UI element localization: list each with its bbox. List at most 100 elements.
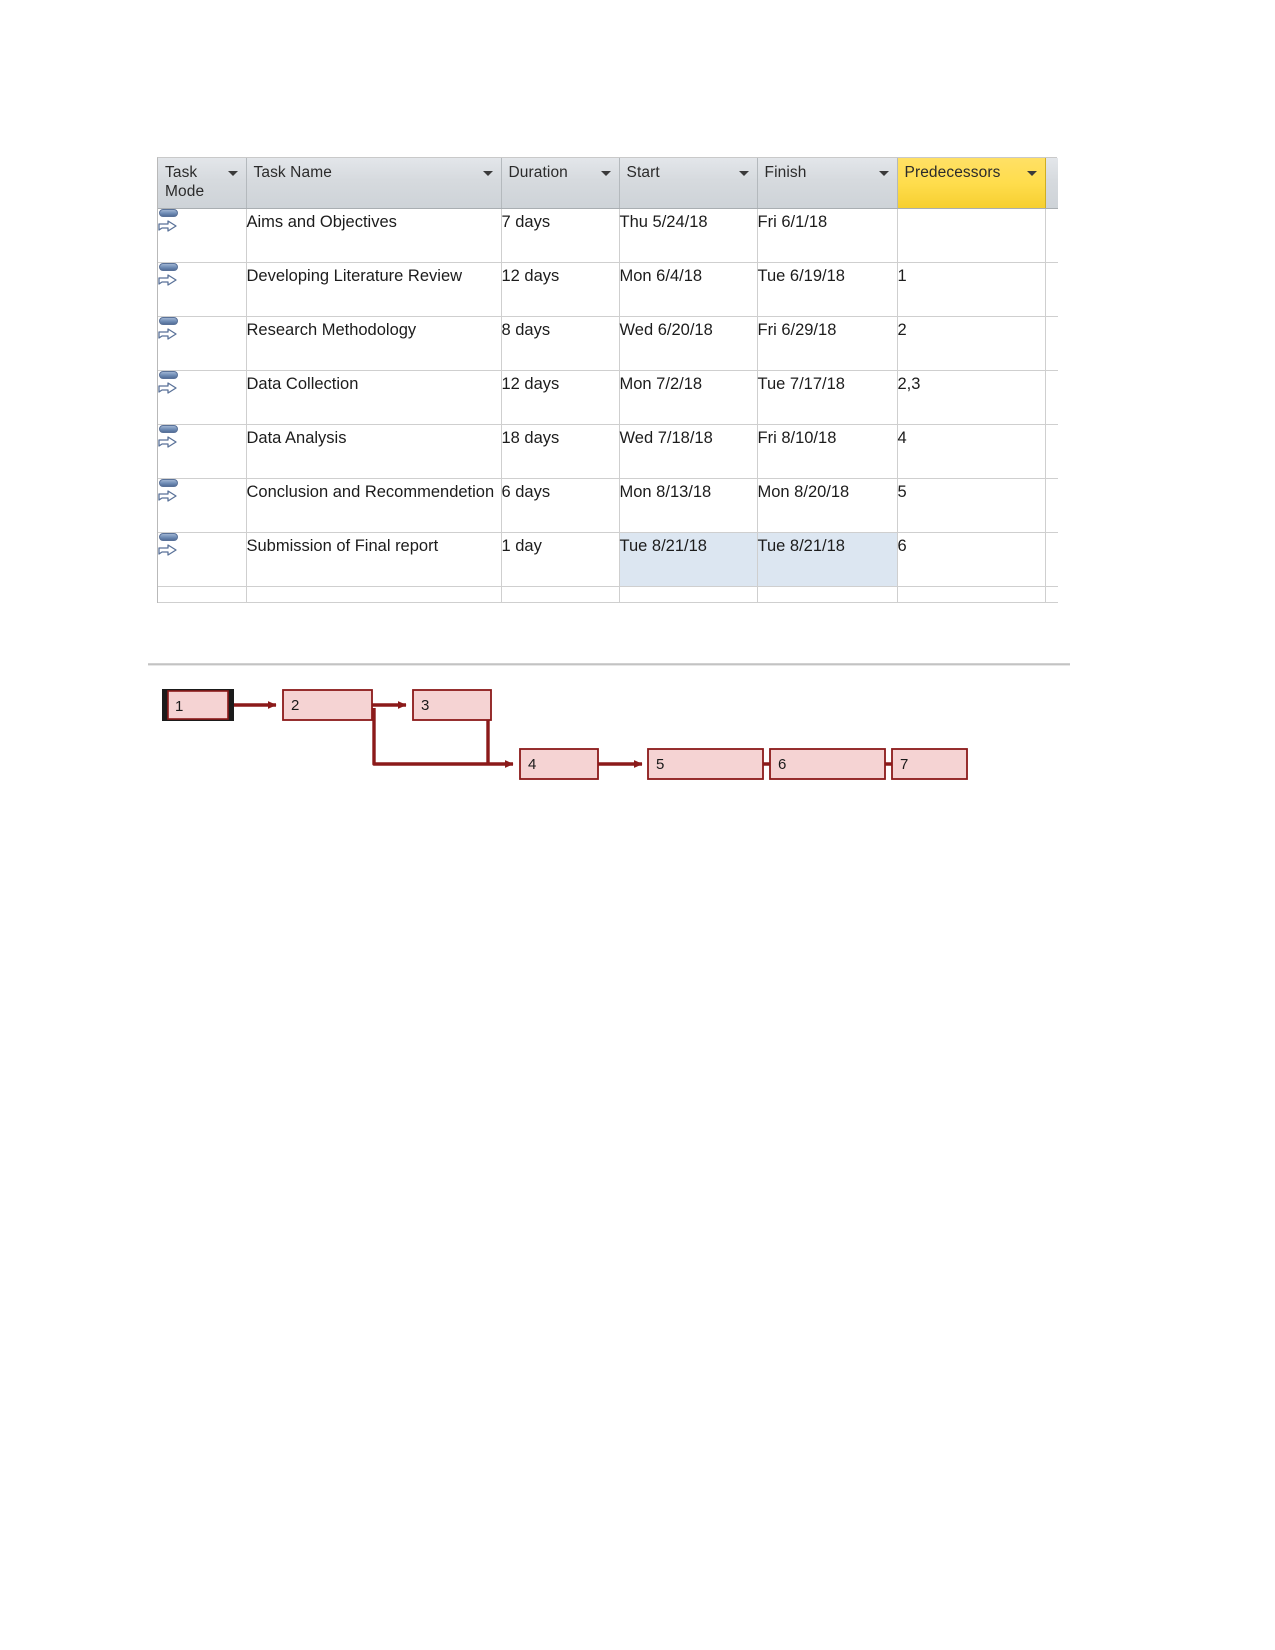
page-root: Task Mode Task Name Duration Start Finis…	[0, 0, 1275, 1650]
cell-predecessors[interactable]	[897, 208, 1046, 263]
cell-start[interactable]: Mon 8/13/18	[619, 478, 758, 533]
table-row[interactable]: Data Collection 12 days Mon 7/2/18 Tue 7…	[158, 370, 1058, 425]
cell-task-name[interactable]: Data Collection	[246, 370, 502, 425]
cell-finish[interactable]: Fri 6/29/18	[757, 316, 898, 371]
cell-task-mode[interactable]	[158, 424, 247, 479]
table-row[interactable]: Research Methodology 8 days Wed 6/20/18 …	[158, 316, 1058, 371]
table-row-empty[interactable]	[158, 586, 1058, 603]
cell-task-name[interactable]: Research Methodology	[246, 316, 502, 371]
cell-next-partial	[1045, 262, 1058, 317]
diagram-node-5[interactable]: 5	[647, 748, 764, 780]
cell-task-name[interactable]: Developing Literature Review	[246, 262, 502, 317]
cell-start[interactable]: Mon 7/2/18	[619, 370, 758, 425]
manually-scheduled-task-icon	[158, 262, 180, 289]
cell-finish[interactable]: Mon 8/20/18	[757, 478, 898, 533]
cell-start[interactable]: Thu 5/24/18	[619, 208, 758, 263]
cell-task-mode[interactable]	[158, 586, 247, 603]
cell-task-name[interactable]: Conclusion and Recommendetion	[246, 478, 502, 533]
diagram-node-7[interactable]: 7	[891, 748, 968, 780]
cell-task-mode[interactable]	[158, 316, 247, 371]
cell-duration[interactable]: 18 days	[501, 424, 620, 479]
cell-duration[interactable]: 6 days	[501, 478, 620, 533]
column-header-duration[interactable]: Duration	[501, 158, 620, 209]
cell-task-mode[interactable]	[158, 532, 247, 587]
table-row[interactable]: Submission of Final report 1 day Tue 8/2…	[158, 532, 1058, 587]
cell-task-name[interactable]: Aims and Objectives	[246, 208, 502, 263]
cell-duration[interactable]: 12 days	[501, 370, 620, 425]
column-header-task-name[interactable]: Task Name	[246, 158, 502, 209]
diagram-node-2[interactable]: 2	[282, 689, 373, 721]
diagram-node-1-label: 1	[175, 698, 183, 715]
diagram-node-4[interactable]: 4	[519, 748, 599, 780]
cell-task-name[interactable]: Data Analysis	[246, 424, 502, 479]
cell-task-name[interactable]: Submission of Final report	[246, 532, 502, 587]
column-header-finish[interactable]: Finish	[757, 158, 898, 209]
cell-next-partial	[1045, 316, 1058, 371]
table-row[interactable]: Data Analysis 18 days Wed 7/18/18 Fri 8/…	[158, 424, 1058, 479]
cell-finish[interactable]: Tue 8/21/18	[757, 532, 898, 587]
cell-finish[interactable]: Tue 6/19/18	[757, 262, 898, 317]
cell-next-partial	[1045, 478, 1058, 533]
cell-duration[interactable]: 8 days	[501, 316, 620, 371]
cell-task-name[interactable]	[246, 586, 502, 603]
cell-duration[interactable]	[501, 586, 620, 603]
cell-duration[interactable]: 7 days	[501, 208, 620, 263]
filter-dropdown-arrow-icon[interactable]	[1026, 171, 1037, 176]
cell-predecessors[interactable]: 6	[897, 532, 1046, 587]
cell-start[interactable]: Tue 8/21/18	[619, 532, 758, 587]
cell-start[interactable]	[619, 586, 758, 603]
filter-dropdown-arrow-icon[interactable]	[738, 171, 749, 176]
table-row[interactable]: Conclusion and Recommendetion 6 days Mon…	[158, 478, 1058, 533]
cell-duration[interactable]: 1 day	[501, 532, 620, 587]
diagram-node-6[interactable]: 6	[769, 748, 886, 780]
filter-dropdown-arrow-icon[interactable]	[227, 171, 238, 176]
cell-task-mode[interactable]	[158, 478, 247, 533]
column-header-task-mode-label: Task Mode	[165, 164, 205, 200]
manually-scheduled-task-icon	[158, 532, 180, 559]
manually-scheduled-task-icon	[158, 208, 180, 235]
section-divider	[148, 663, 1070, 666]
cell-task-mode[interactable]	[158, 370, 247, 425]
column-header-task-mode[interactable]: Task Mode	[158, 158, 247, 209]
cell-duration[interactable]: 12 days	[501, 262, 620, 317]
cell-predecessors[interactable]: 1	[897, 262, 1046, 317]
cell-start[interactable]: Wed 6/20/18	[619, 316, 758, 371]
table-row[interactable]: Developing Literature Review 12 days Mon…	[158, 262, 1058, 317]
column-header-predecessors[interactable]: Predecessors	[897, 158, 1046, 209]
column-header-duration-label: Duration	[508, 164, 568, 181]
manually-scheduled-task-icon	[158, 478, 180, 505]
task-table: Task Mode Task Name Duration Start Finis…	[158, 158, 1058, 603]
cell-next-partial	[1045, 532, 1058, 587]
cell-next-partial	[1045, 208, 1058, 263]
diagram-node-3[interactable]: 3	[412, 689, 492, 721]
diagram-node-7-label: 7	[900, 756, 908, 773]
filter-dropdown-arrow-icon[interactable]	[600, 171, 611, 176]
diagram-node-6-label: 6	[778, 756, 786, 773]
cell-predecessors[interactable]: 2	[897, 316, 1046, 371]
column-header-start[interactable]: Start	[619, 158, 758, 209]
table-body: Aims and Objectives 7 days Thu 5/24/18 F…	[158, 208, 1058, 603]
cell-finish[interactable]: Fri 8/10/18	[757, 424, 898, 479]
table-row[interactable]: Aims and Objectives 7 days Thu 5/24/18 F…	[158, 208, 1058, 263]
filter-dropdown-arrow-icon[interactable]	[878, 171, 889, 176]
cell-predecessors[interactable]: 5	[897, 478, 1046, 533]
cell-start[interactable]: Mon 6/4/18	[619, 262, 758, 317]
cell-task-mode[interactable]	[158, 208, 247, 263]
cell-finish[interactable]	[757, 586, 898, 603]
filter-dropdown-arrow-icon[interactable]	[482, 171, 493, 176]
diagram-node-1[interactable]: 1	[162, 689, 234, 721]
cell-predecessors[interactable]: 4	[897, 424, 1046, 479]
column-header-predecessors-label: Predecessors	[904, 164, 1001, 181]
task-table-container: Task Mode Task Name Duration Start Finis…	[157, 157, 1058, 603]
diagram-node-5-label: 5	[656, 756, 664, 773]
cell-finish[interactable]: Tue 7/17/18	[757, 370, 898, 425]
cell-task-mode[interactable]	[158, 262, 247, 317]
cell-predecessors[interactable]	[897, 586, 1046, 603]
diagram-node-3-label: 3	[421, 697, 429, 714]
manually-scheduled-task-icon	[158, 370, 180, 397]
column-header-next-partial[interactable]	[1045, 158, 1058, 209]
cell-predecessors[interactable]: 2,3	[897, 370, 1046, 425]
cell-finish[interactable]: Fri 6/1/18	[757, 208, 898, 263]
table-header: Task Mode Task Name Duration Start Finis…	[158, 158, 1058, 209]
cell-start[interactable]: Wed 7/18/18	[619, 424, 758, 479]
